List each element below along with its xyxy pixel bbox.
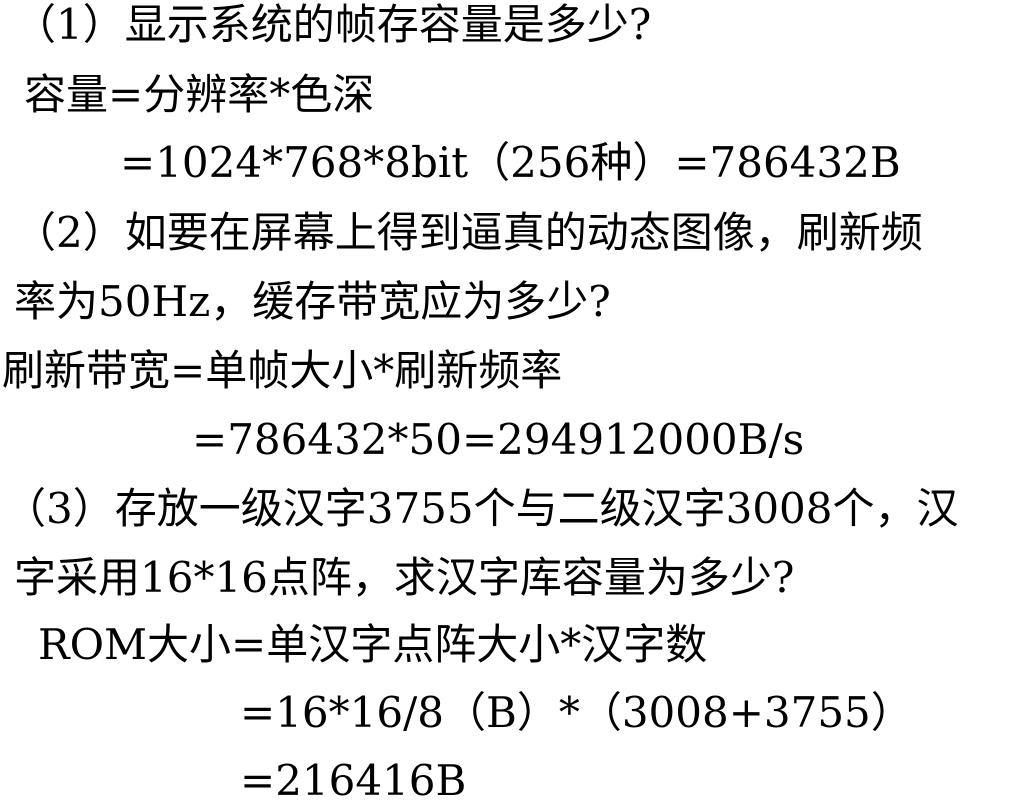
q2-formula: 刷新带宽=单帧大小*刷新频率 (2, 346, 563, 395)
q3-question-line2: 字采用16*16点阵，求汉字库容量为多少? (14, 553, 795, 602)
q3-question-line1: （3）存放一级汉字3755个与二级汉字3008个，汉 (4, 484, 959, 533)
slide: （1）显示系统的帧存容量是多少? 容量=分辨率*色深 =1024*768*8bi… (0, 0, 1025, 806)
q3-result: =216416B (240, 756, 467, 805)
q1-result: =1024*768*8bit（256种）=786432B (120, 138, 901, 187)
q2-question-line2: 率为50Hz，缓存带宽应为多少? (14, 277, 611, 326)
q2-result: =786432*50=294912000B/s (192, 415, 805, 464)
q2-question-line1: （2）如要在屏幕上得到逼真的动态图像，刷新频 (14, 208, 923, 257)
q1-formula: 容量=分辨率*色深 (24, 70, 375, 119)
q3-formula: ROM大小=单汉字点阵大小*汉字数 (38, 620, 708, 669)
q3-calc: =16*16/8（B）*（3008+3755） (240, 688, 913, 737)
q1-question: （1）显示系统的帧存容量是多少? (14, 0, 652, 49)
